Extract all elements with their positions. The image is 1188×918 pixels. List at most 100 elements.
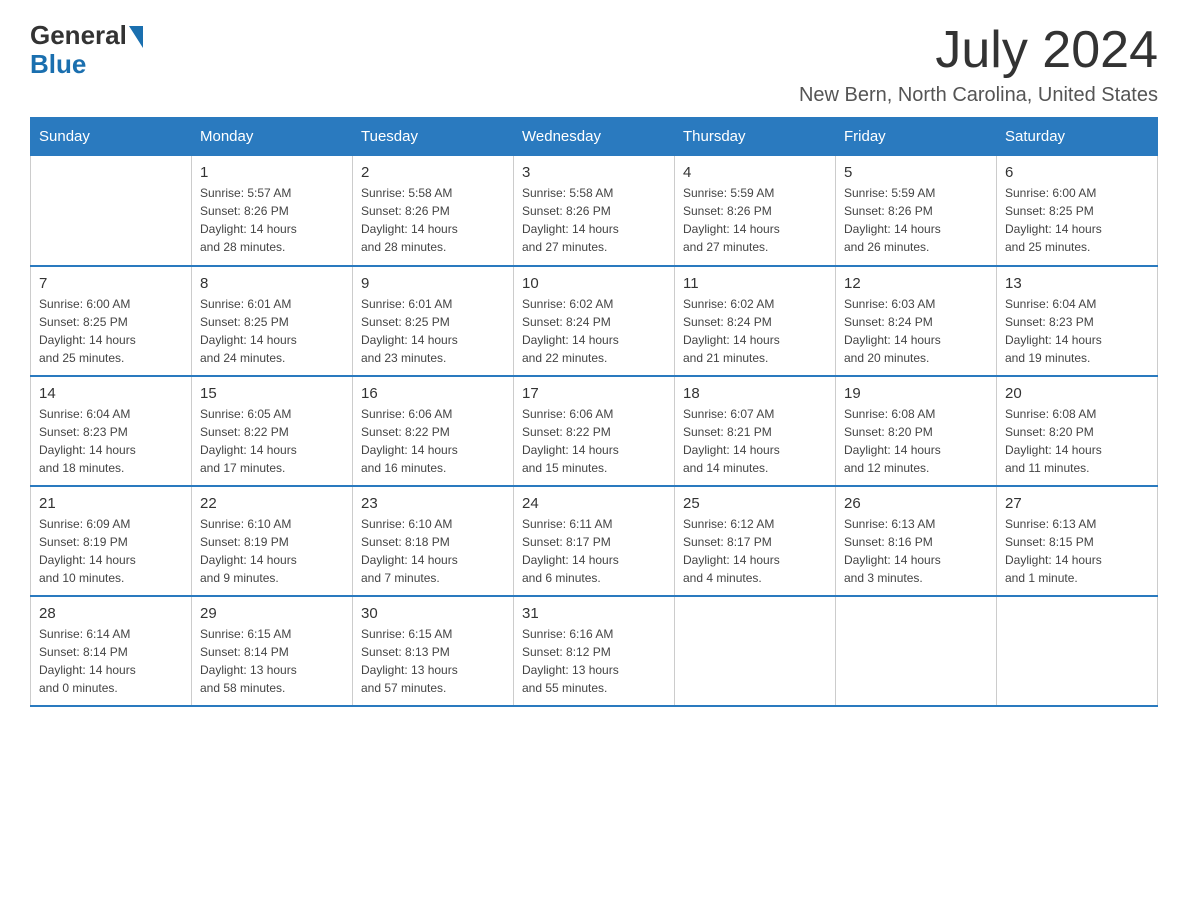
location-subtitle: New Bern, North Carolina, United States — [799, 84, 1158, 107]
day-info: Sunrise: 6:04 AM Sunset: 8:23 PM Dayligh… — [1005, 295, 1149, 367]
calendar-cell: 9 Sunrise: 6:01 AM Sunset: 8:25 PM Daylig… — [353, 266, 514, 376]
day-info: Sunrise: 6:01 AM Sunset: 8:25 PM Dayligh… — [361, 295, 505, 367]
day-info: Sunrise: 6:06 AM Sunset: 8:22 PM Dayligh… — [522, 405, 666, 477]
calendar-week-row: 14Sunrise: 6:04 AM Sunset: 8:23 PM Dayli… — [31, 376, 1158, 486]
weekday-header-row: SundayMondayTuesdayWednesdayThursdayFrid… — [31, 118, 1158, 156]
day-number: 3 — [522, 164, 666, 181]
day-number: 23 — [361, 495, 505, 512]
day-number: 5 — [844, 164, 988, 181]
day-number: 13 — [1005, 275, 1149, 292]
calendar-cell: 24 Sunrise: 6:11 AM Sunset: 8:17 PM Dayli… — [514, 486, 675, 596]
weekday-header-saturday: Saturday — [997, 118, 1158, 156]
day-number: 26 — [844, 495, 988, 512]
day-info: Sunrise: 6:09 AM Sunset: 8:19 PM Dayligh… — [39, 515, 183, 587]
weekday-header-sunday: Sunday — [31, 118, 192, 156]
day-info: Sunrise: 6:03 AM Sunset: 8:24 PM Dayligh… — [844, 295, 988, 367]
weekday-header-wednesday: Wednesday — [514, 118, 675, 156]
calendar-cell: 26 Sunrise: 6:13 AM Sunset: 8:16 PM Dayli… — [836, 486, 997, 596]
day-number: 7 — [39, 275, 183, 292]
day-info: Sunrise: 6:10 AM Sunset: 8:19 PM Dayligh… — [200, 515, 344, 587]
day-number: 19 — [844, 385, 988, 402]
calendar-cell — [675, 596, 836, 706]
calendar-cell: 28 Sunrise: 6:14 AM Sunset: 8:14 PM Dayli… — [31, 596, 192, 706]
logo-triangle-icon — [129, 26, 143, 48]
day-info: Sunrise: 6:12 AM Sunset: 8:17 PM Dayligh… — [683, 515, 827, 587]
day-info: Sunrise: 6:14 AM Sunset: 8:14 PM Dayligh… — [39, 625, 183, 697]
calendar-cell: 16Sunrise: 6:06 AM Sunset: 8:22 PM Dayli… — [353, 376, 514, 486]
logo-text-blue: Blue — [30, 49, 86, 80]
day-info: Sunrise: 6:04 AM Sunset: 8:23 PM Dayligh… — [39, 405, 183, 477]
day-info: Sunrise: 6:10 AM Sunset: 8:18 PM Dayligh… — [361, 515, 505, 587]
day-info: Sunrise: 6:00 AM Sunset: 8:25 PM Dayligh… — [1005, 184, 1149, 256]
calendar-cell — [836, 596, 997, 706]
day-number: 27 — [1005, 495, 1149, 512]
calendar-cell — [31, 156, 192, 266]
calendar-cell: 23 Sunrise: 6:10 AM Sunset: 8:18 PM Dayli… — [353, 486, 514, 596]
calendar-cell: 4 Sunrise: 5:59 AM Sunset: 8:26 PM Daylig… — [675, 156, 836, 266]
calendar-cell: 3 Sunrise: 5:58 AM Sunset: 8:26 PM Daylig… — [514, 156, 675, 266]
day-info: Sunrise: 6:13 AM Sunset: 8:16 PM Dayligh… — [844, 515, 988, 587]
day-info: Sunrise: 5:57 AM Sunset: 8:26 PM Dayligh… — [200, 184, 344, 256]
day-info: Sunrise: 6:08 AM Sunset: 8:20 PM Dayligh… — [1005, 405, 1149, 477]
logo-text-general: General — [30, 20, 127, 51]
calendar-cell: 8Sunrise: 6:01 AM Sunset: 8:25 PM Daylig… — [192, 266, 353, 376]
day-number: 9 — [361, 275, 505, 292]
day-info: Sunrise: 6:16 AM Sunset: 8:12 PM Dayligh… — [522, 625, 666, 697]
weekday-header-monday: Monday — [192, 118, 353, 156]
day-number: 28 — [39, 605, 183, 622]
calendar-cell: 27 Sunrise: 6:13 AM Sunset: 8:15 PM Dayli… — [997, 486, 1158, 596]
calendar-table: SundayMondayTuesdayWednesdayThursdayFrid… — [30, 117, 1158, 707]
calendar-cell: 5Sunrise: 5:59 AM Sunset: 8:26 PM Daylig… — [836, 156, 997, 266]
day-number: 8 — [200, 275, 344, 292]
calendar-cell: 17 Sunrise: 6:06 AM Sunset: 8:22 PM Dayli… — [514, 376, 675, 486]
day-info: Sunrise: 6:13 AM Sunset: 8:15 PM Dayligh… — [1005, 515, 1149, 587]
day-number: 4 — [683, 164, 827, 181]
calendar-cell: 21Sunrise: 6:09 AM Sunset: 8:19 PM Dayli… — [31, 486, 192, 596]
day-info: Sunrise: 6:02 AM Sunset: 8:24 PM Dayligh… — [683, 295, 827, 367]
day-info: Sunrise: 6:06 AM Sunset: 8:22 PM Dayligh… — [361, 405, 505, 477]
day-info: Sunrise: 5:58 AM Sunset: 8:26 PM Dayligh… — [361, 184, 505, 256]
day-number: 1 — [200, 164, 344, 181]
day-number: 10 — [522, 275, 666, 292]
day-number: 24 — [522, 495, 666, 512]
day-info: Sunrise: 5:58 AM Sunset: 8:26 PM Dayligh… — [522, 184, 666, 256]
calendar-cell: 10 Sunrise: 6:02 AM Sunset: 8:24 PM Dayli… — [514, 266, 675, 376]
calendar-cell: 11 Sunrise: 6:02 AM Sunset: 8:24 PM Dayli… — [675, 266, 836, 376]
day-number: 30 — [361, 605, 505, 622]
day-number: 6 — [1005, 164, 1149, 181]
calendar-cell: 29Sunrise: 6:15 AM Sunset: 8:14 PM Dayli… — [192, 596, 353, 706]
day-info: Sunrise: 6:15 AM Sunset: 8:13 PM Dayligh… — [361, 625, 505, 697]
day-info: Sunrise: 6:05 AM Sunset: 8:22 PM Dayligh… — [200, 405, 344, 477]
calendar-cell: 20 Sunrise: 6:08 AM Sunset: 8:20 PM Dayli… — [997, 376, 1158, 486]
day-info: Sunrise: 6:08 AM Sunset: 8:20 PM Dayligh… — [844, 405, 988, 477]
day-number: 17 — [522, 385, 666, 402]
calendar-week-row: 7Sunrise: 6:00 AM Sunset: 8:25 PM Daylig… — [31, 266, 1158, 376]
day-number: 15 — [200, 385, 344, 402]
calendar-week-row: 21Sunrise: 6:09 AM Sunset: 8:19 PM Dayli… — [31, 486, 1158, 596]
day-number: 20 — [1005, 385, 1149, 402]
month-year-title: July 2024 — [799, 20, 1158, 80]
calendar-cell: 1 Sunrise: 5:57 AM Sunset: 8:26 PM Daylig… — [192, 156, 353, 266]
page-header: General Blue July 2024 New Bern, North C… — [30, 20, 1158, 107]
day-info: Sunrise: 6:11 AM Sunset: 8:17 PM Dayligh… — [522, 515, 666, 587]
calendar-cell: 25 Sunrise: 6:12 AM Sunset: 8:17 PM Dayli… — [675, 486, 836, 596]
day-number: 31 — [522, 605, 666, 622]
title-area: July 2024 New Bern, North Carolina, Unit… — [799, 20, 1158, 107]
day-number: 22 — [200, 495, 344, 512]
day-number: 25 — [683, 495, 827, 512]
day-info: Sunrise: 6:07 AM Sunset: 8:21 PM Dayligh… — [683, 405, 827, 477]
calendar-cell: 19 Sunrise: 6:08 AM Sunset: 8:20 PM Dayli… — [836, 376, 997, 486]
weekday-header-friday: Friday — [836, 118, 997, 156]
calendar-week-row: 28 Sunrise: 6:14 AM Sunset: 8:14 PM Dayli… — [31, 596, 1158, 706]
day-info: Sunrise: 5:59 AM Sunset: 8:26 PM Dayligh… — [683, 184, 827, 256]
weekday-header-tuesday: Tuesday — [353, 118, 514, 156]
day-info: Sunrise: 6:02 AM Sunset: 8:24 PM Dayligh… — [522, 295, 666, 367]
day-number: 2 — [361, 164, 505, 181]
calendar-cell: 31 Sunrise: 6:16 AM Sunset: 8:12 PM Dayli… — [514, 596, 675, 706]
day-number: 18 — [683, 385, 827, 402]
day-number: 11 — [683, 275, 827, 292]
calendar-cell — [997, 596, 1158, 706]
calendar-cell: 12Sunrise: 6:03 AM Sunset: 8:24 PM Dayli… — [836, 266, 997, 376]
calendar-cell: 14Sunrise: 6:04 AM Sunset: 8:23 PM Dayli… — [31, 376, 192, 486]
calendar-cell: 18 Sunrise: 6:07 AM Sunset: 8:21 PM Dayli… — [675, 376, 836, 486]
